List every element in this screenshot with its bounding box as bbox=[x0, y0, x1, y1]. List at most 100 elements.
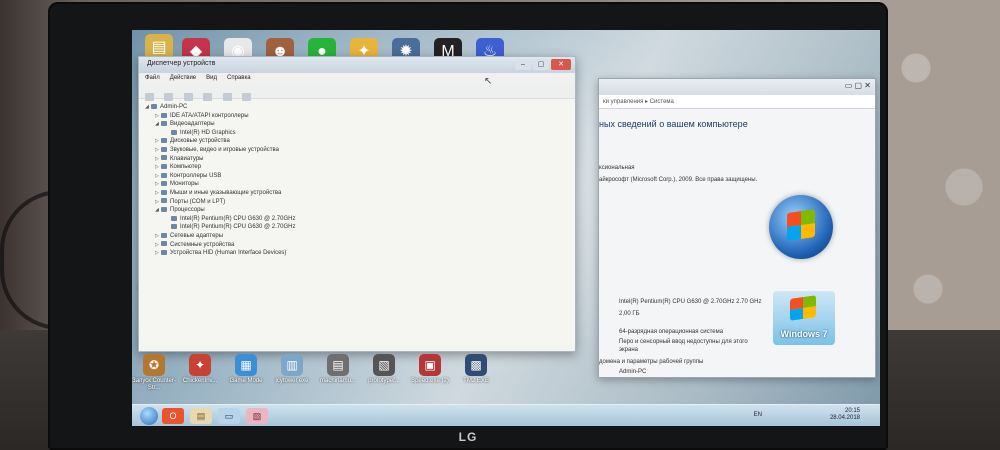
tree-item-label: Компьютер bbox=[170, 164, 202, 171]
maximize-button[interactable]: ▢ bbox=[533, 59, 549, 70]
pen-input-value: Перо и сенсорный ввод недоступны для это… bbox=[619, 339, 748, 345]
window-controls-icon[interactable]: ▭ ▢ ✕ bbox=[845, 81, 871, 90]
device-icon bbox=[161, 241, 167, 247]
device-icon bbox=[161, 121, 167, 127]
os-type-value: 64-разрядная операционная система bbox=[619, 329, 724, 335]
windows-logo-icon bbox=[769, 195, 833, 259]
tree-item[interactable]: ▷ Порты (COM и LPT) bbox=[145, 198, 569, 207]
device-manager-menubar: Файл Действие Вид Справка bbox=[139, 73, 575, 85]
menu-item[interactable]: Действие bbox=[170, 75, 196, 81]
tree-item[interactable]: ▷ Системные устройства bbox=[145, 241, 569, 250]
tree-item[interactable]: ▷ Сетевые адаптеры bbox=[145, 232, 569, 241]
tree-item[interactable]: ◢ Admin-PC bbox=[145, 103, 569, 112]
copyright-text: айкрософт (Microsoft Corp.), 2009. Все п… bbox=[599, 177, 758, 183]
opera-taskbar-icon[interactable]: O bbox=[162, 408, 184, 424]
desktop-app-icon[interactable]: ▧ prototypef... bbox=[362, 354, 406, 385]
chicken-invaders-icon: ✦ bbox=[189, 354, 211, 376]
tree-item-label: Процессоры bbox=[170, 207, 205, 214]
device-icon bbox=[161, 146, 167, 152]
tree-item-label: Устройства HID (Human Interface Devices) bbox=[170, 250, 287, 257]
device-icon bbox=[161, 232, 167, 238]
windows7-badge-icon: Windows 7 bbox=[773, 291, 835, 345]
menu-item[interactable]: Справка bbox=[227, 75, 251, 81]
tree-item-label: Мониторы bbox=[170, 181, 199, 188]
desktop-app-icon[interactable]: ▤ machinamu... bbox=[316, 354, 360, 385]
tree-item[interactable]: Intel(R) Pentium(R) CPU G630 @ 2.70GHz bbox=[145, 223, 569, 232]
taskbar: O ▤ ▭ ▧ EN 20:15 28.04.2018 bbox=[132, 404, 880, 426]
tree-item-label: Контроллеры USB bbox=[170, 172, 222, 179]
tree-item[interactable]: ▷ Мыши и иные указывающие устройства bbox=[145, 189, 569, 198]
tree-item-label: Intel(R) Pentium(R) CPU G630 @ 2.70GHz bbox=[180, 215, 296, 222]
tree-item[interactable]: ▷ Мониторы bbox=[145, 180, 569, 189]
device-manager-taskbar-icon[interactable]: ▧ bbox=[246, 408, 268, 424]
clock[interactable]: 20:15 28.04.2018 bbox=[830, 408, 860, 422]
game-mode-icon: ▦ bbox=[235, 354, 257, 376]
explorer-taskbar-icon[interactable]: ▤ bbox=[190, 408, 212, 424]
device-icon bbox=[171, 224, 177, 230]
tree-item[interactable]: ▷ Контроллеры USB bbox=[145, 172, 569, 181]
device-icon bbox=[161, 155, 167, 161]
tree-item-label: Мыши и иные указывающие устройства bbox=[170, 189, 282, 196]
system-properties-window[interactable]: ▭ ▢ ✕ ки управления ▸ Система ных сведен… bbox=[598, 78, 876, 378]
tree-item-label: IDE ATA/ATAPI контроллеры bbox=[170, 112, 249, 119]
processor-value: Intel(R) Pentium(R) CPU G630 @ 2.70GHz 2… bbox=[619, 299, 762, 305]
device-icon bbox=[161, 189, 167, 195]
device-manager-titlebar[interactable]: Диспетчер устройств – ▢ ✕ bbox=[139, 57, 575, 73]
properties-icon[interactable] bbox=[183, 93, 193, 101]
desktop-app-label: Запуск Counter-Str... bbox=[132, 378, 176, 391]
windows-flag-small-icon bbox=[790, 295, 816, 321]
machinarium-icon: ▤ bbox=[327, 354, 349, 376]
tree-item[interactable]: ▷ Звуковые, видео и игровые устройства bbox=[145, 146, 569, 155]
pen-input-screen: экрана bbox=[619, 347, 639, 353]
desktop-app-label: ChickenInv... bbox=[182, 378, 218, 384]
help-icon[interactable] bbox=[203, 93, 213, 101]
language-indicator[interactable]: EN bbox=[754, 412, 762, 418]
tree-item[interactable]: ▷ Устройства HID (Human Interface Devices… bbox=[145, 249, 569, 258]
desktop-app-icon[interactable]: ▩ TM2.EXE bbox=[454, 354, 498, 385]
device-icon bbox=[171, 215, 177, 221]
tree-item[interactable]: ▷ Дисковые устройства bbox=[145, 137, 569, 146]
close-button[interactable]: ✕ bbox=[551, 59, 571, 70]
tree-item-label: Звуковые, видео и игровые устройства bbox=[170, 146, 279, 153]
start-button[interactable] bbox=[140, 407, 158, 425]
desktop-app-icon[interactable]: ✪ Запуск Counter-Str... bbox=[132, 354, 176, 392]
icytower-icon: ▥ bbox=[281, 354, 303, 376]
monitor-brand: LG bbox=[458, 430, 478, 444]
device-tree: ◢ Admin-PC ▷ IDE ATA/ATAPI контроллеры ◢ Виде… bbox=[139, 99, 575, 262]
forward-icon[interactable] bbox=[164, 93, 174, 101]
back-icon[interactable] bbox=[145, 93, 154, 101]
device-list-icon[interactable] bbox=[222, 93, 232, 101]
tm2-icon: ▩ bbox=[465, 354, 487, 376]
menu-item[interactable]: Вид bbox=[206, 75, 217, 81]
tree-item[interactable]: ◢ Видеоадаптеры bbox=[145, 120, 569, 129]
tree-item[interactable]: Intel(R) Pentium(R) CPU G630 @ 2.70GHz bbox=[145, 215, 569, 224]
counter-strike-icon: ✪ bbox=[143, 354, 165, 376]
wallpaper-background bbox=[880, 0, 1000, 340]
tree-item[interactable]: ▷ Компьютер bbox=[145, 163, 569, 172]
menu-item[interactable]: Файл bbox=[145, 75, 160, 81]
tree-item[interactable]: ▷ IDE ATA/ATAPI контроллеры bbox=[145, 112, 569, 121]
monitor: LG ▤pk7▭Компьютер♻Корзина▲AIMPOБраузер O… bbox=[48, 2, 888, 450]
tree-item-label: Intel(R) Pentium(R) CPU G630 @ 2.70GHz bbox=[180, 224, 296, 231]
tree-item-label: Клавиатуры bbox=[170, 155, 204, 162]
device-manager-window[interactable]: Диспетчер устройств – ▢ ✕ Файл Действие Ви… bbox=[138, 56, 576, 352]
desktop-app-icon[interactable]: ✦ ChickenInv... bbox=[178, 354, 222, 385]
desktop-bottom-icons: ✪ Запуск Counter-Str... ✦ ChickenInv... ▦ Gam… bbox=[132, 354, 880, 391]
desktop-app-icon[interactable]: ▣ Speed.exe (2) bbox=[408, 354, 452, 385]
desktop-app-icon[interactable]: ▥ icytower.exe bbox=[270, 354, 314, 385]
system-window-address-bar[interactable]: ки управления ▸ Система bbox=[599, 95, 875, 109]
system-window-titlebar[interactable]: ▭ ▢ ✕ bbox=[599, 79, 875, 95]
tree-item[interactable]: ◢ Процессоры bbox=[145, 206, 569, 215]
minimize-button[interactable]: – bbox=[515, 59, 531, 70]
desktop-app-label: prototypef... bbox=[368, 378, 400, 384]
windows-edition: ксиональная bbox=[599, 165, 635, 171]
ram-value: 2,00 ГБ bbox=[619, 311, 640, 317]
system-taskbar-icon[interactable]: ▭ bbox=[218, 408, 240, 424]
scan-hardware-icon[interactable] bbox=[242, 93, 252, 101]
tree-item-label: Admin-PC bbox=[160, 104, 188, 110]
device-icon bbox=[161, 164, 167, 170]
windows-flag-icon bbox=[787, 209, 815, 241]
tree-item[interactable]: Intel(R) HD Graphics bbox=[145, 129, 569, 138]
desktop-app-icon[interactable]: ▦ Game Mode bbox=[224, 354, 268, 385]
tree-item[interactable]: ▷ Клавиатуры bbox=[145, 155, 569, 164]
